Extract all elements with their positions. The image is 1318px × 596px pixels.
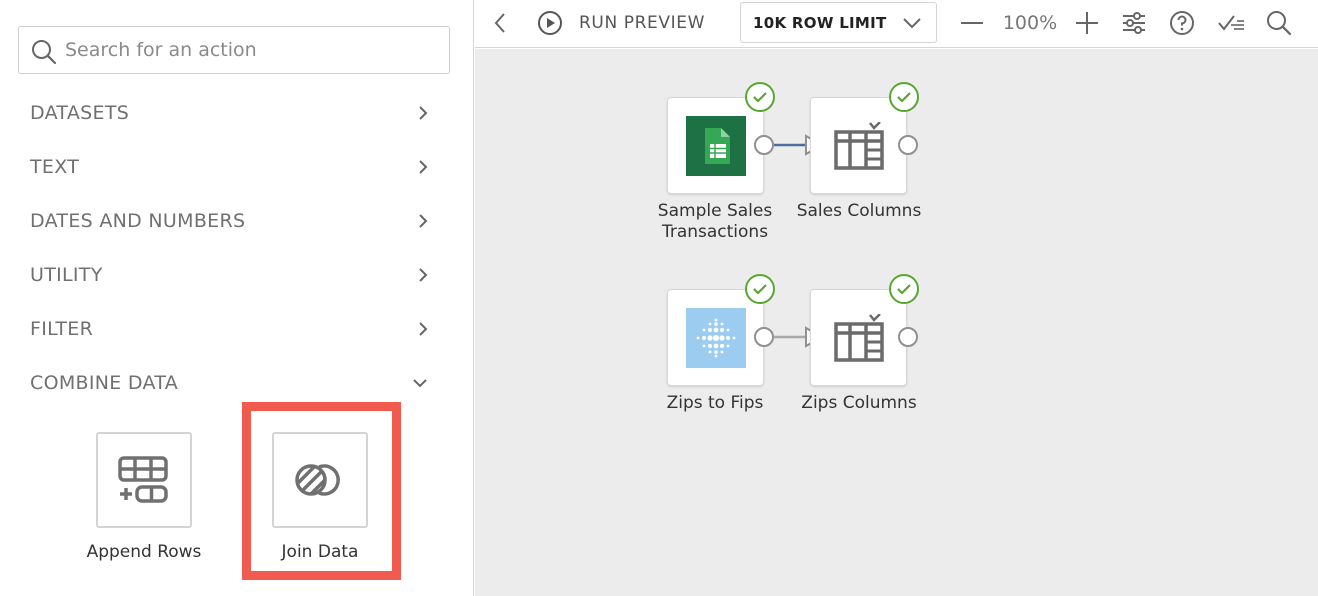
validate-check-icon: [1218, 15, 1244, 31]
settings-button[interactable]: [1121, 0, 1147, 46]
zoom-in-button[interactable]: [1074, 0, 1100, 46]
category-label: FILTER: [30, 318, 94, 340]
canvas-search-button[interactable]: [1265, 0, 1293, 46]
run-preview-button[interactable]: RUN PREVIEW: [537, 0, 717, 46]
search-input[interactable]: [65, 35, 435, 65]
append-rows-label: Append Rows: [86, 542, 202, 562]
node-label-sales-columns: Sales Columns: [796, 201, 922, 221]
row-limit-value: 10K ROW LIMIT: [753, 13, 887, 32]
category-label: DATES AND NUMBERS: [30, 210, 246, 232]
append-rows-icon: [118, 456, 168, 503]
category-label: TEXT: [30, 156, 80, 178]
action-append-rows[interactable]: Append Rows: [84, 432, 204, 562]
validate-button[interactable]: [1217, 0, 1245, 46]
chevron-right-icon: [419, 214, 428, 228]
chevron-down-icon: [903, 17, 921, 28]
success-check-icon: [745, 274, 775, 304]
join-data-highlight: [242, 402, 401, 580]
chevron-down-icon: [413, 379, 427, 388]
run-preview-label: RUN PREVIEW: [579, 13, 705, 33]
category-dates-and-numbers[interactable]: DATES AND NUMBERS: [0, 201, 450, 241]
minus-icon: [961, 22, 983, 24]
chevron-left-icon: [494, 13, 505, 33]
chevron-right-icon: [419, 106, 428, 120]
row-limit-dropdown[interactable]: 10K ROW LIMIT: [740, 2, 937, 43]
category-label: DATASETS: [30, 102, 130, 124]
select-columns-icon: [833, 121, 884, 170]
plus-icon: [1076, 12, 1098, 34]
sliders-icon: [1123, 12, 1145, 34]
actions-sidebar: DATASETS TEXT DATES AND NUMBERS UTILITY …: [0, 0, 474, 596]
dataset-dots-icon: [685, 307, 746, 368]
category-text[interactable]: TEXT: [0, 147, 450, 187]
node-label-line: Sample Sales: [657, 201, 773, 221]
play-circle-icon: [538, 11, 562, 35]
flow-canvas[interactable]: Sample Sales Transactions Sales Columns: [475, 49, 1318, 596]
zoom-level: 100%: [1002, 12, 1058, 34]
chevron-right-icon: [419, 322, 428, 336]
category-utility[interactable]: UTILITY: [0, 255, 450, 295]
success-check-icon: [889, 82, 919, 112]
flow-node-sales-columns[interactable]: [810, 97, 907, 194]
help-icon: [1170, 11, 1194, 35]
chevron-right-icon: [419, 268, 428, 282]
google-sheets-icon: [685, 115, 746, 176]
category-datasets[interactable]: DATASETS: [0, 93, 450, 133]
node-label-line: Transactions: [661, 222, 769, 242]
success-check-icon: [889, 274, 919, 304]
search-icon: [1267, 11, 1292, 36]
node-label-zips-to-fips: Zips to Fips: [666, 393, 764, 413]
category-filter[interactable]: FILTER: [0, 309, 450, 349]
flow-node-sample-sales[interactable]: [667, 97, 764, 194]
output-port[interactable]: [898, 135, 918, 155]
output-port[interactable]: [754, 327, 774, 347]
category-label: COMBINE DATA: [30, 372, 179, 394]
node-label-sample-sales: Sample Sales Transactions: [645, 201, 785, 243]
output-port[interactable]: [898, 327, 918, 347]
canvas-toolbar: RUN PREVIEW 10K ROW LIMIT 100%: [475, 0, 1318, 48]
category-label: UTILITY: [30, 264, 103, 286]
select-columns-icon: [833, 313, 884, 362]
back-button[interactable]: [489, 0, 511, 46]
append-rows-tile[interactable]: [96, 432, 192, 528]
flow-node-zips-to-fips[interactable]: [667, 289, 764, 386]
zoom-out-button[interactable]: [959, 0, 985, 46]
category-combine-data[interactable]: COMBINE DATA: [0, 363, 450, 403]
chevron-right-icon: [419, 160, 428, 174]
search-icon: [32, 40, 57, 65]
flow-node-zips-columns[interactable]: [810, 289, 907, 386]
success-check-icon: [745, 82, 775, 112]
output-port[interactable]: [754, 135, 774, 155]
search-box[interactable]: [18, 26, 450, 74]
node-label-zips-columns: Zips Columns: [801, 393, 917, 413]
help-button[interactable]: [1169, 0, 1195, 46]
